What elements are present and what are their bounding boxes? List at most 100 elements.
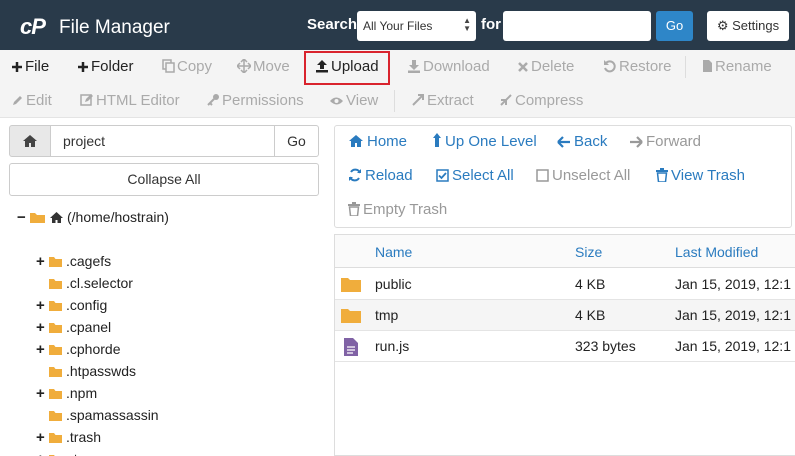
compress-label: Compress — [515, 92, 584, 109]
gear-icon: ⚙ — [716, 18, 729, 33]
tree-item[interactable]: + .npm — [36, 384, 97, 403]
path-go-button[interactable]: Go — [274, 125, 319, 157]
nav-reload-button[interactable]: Reload — [348, 167, 413, 184]
upload-label: Upload — [331, 58, 379, 75]
tree-item[interactable]: .htpasswds — [36, 362, 136, 380]
home-icon — [50, 212, 63, 223]
trash-icon — [348, 202, 360, 217]
move-arrows-icon — [236, 58, 252, 74]
collapse-all-button[interactable]: Collapse All — [9, 163, 319, 196]
top-header: cP File Manager Search All Your Files ▲ ▼… — [0, 0, 795, 50]
nav-forward-label: Forward — [646, 133, 702, 150]
nav-select-all-button[interactable]: Select All — [436, 167, 514, 184]
undo-icon — [604, 60, 616, 73]
expand-icon[interactable]: + — [36, 385, 48, 403]
table-row[interactable]: public 4 KB Jan 15, 2019, 12:1 — [335, 269, 795, 300]
delete-label: Delete — [531, 58, 575, 75]
tree-item[interactable]: + .trash — [36, 428, 101, 447]
nav-empty-trash-button[interactable]: Empty Trash — [348, 201, 447, 218]
move-label: Move — [253, 58, 290, 75]
expand-icon[interactable]: + — [36, 319, 48, 337]
tree-root[interactable]: − (/home/hostrain) — [17, 208, 169, 227]
view-button[interactable]: View — [329, 92, 378, 109]
nav-back-button[interactable]: Back — [557, 133, 607, 150]
tree-item[interactable]: .cl.selector — [36, 274, 133, 292]
settings-button[interactable]: ⚙ Settings — [707, 11, 789, 41]
search-go-button[interactable]: Go — [656, 11, 693, 41]
tree-item-label: .cpanel — [66, 319, 112, 335]
expand-icon[interactable]: + — [36, 429, 48, 447]
table-row[interactable]: run.js 323 bytes Jan 15, 2019, 12:1 — [335, 331, 795, 362]
table-row[interactable]: tmp 4 KB Jan 15, 2019, 12:1 — [335, 300, 795, 331]
nav-home-label: Home — [367, 133, 408, 150]
edit-document-icon — [80, 94, 93, 106]
nav-empty-trash-label: Empty Trash — [363, 201, 448, 218]
nav-home-button[interactable]: Home — [348, 133, 407, 150]
plus-icon — [78, 62, 88, 72]
search-scope-select[interactable]: All Your Files ▲ ▼ — [357, 11, 476, 41]
nav-forward-button[interactable]: Forward — [629, 133, 701, 150]
file-name-cell: public — [375, 276, 412, 292]
toolbar-divider — [685, 56, 686, 78]
tree-item[interactable]: + .cagefs — [36, 252, 111, 271]
extract-button[interactable]: Extract — [411, 92, 474, 109]
tree-item[interactable]: + .cphorde — [36, 340, 120, 359]
upload-button[interactable]: Upload — [315, 58, 379, 75]
tree-item-label: etc — [66, 451, 85, 456]
nav-up-label: Up One Level — [445, 133, 537, 150]
close-icon — [518, 62, 528, 72]
permissions-button[interactable]: Permissions — [206, 92, 304, 109]
nav-unselect-all-button[interactable]: Unselect All — [536, 167, 630, 184]
folder-icon — [341, 278, 361, 292]
file-modified-cell: Jan 15, 2019, 12:1 — [675, 276, 791, 292]
tree-item-label: .cagefs — [66, 253, 112, 269]
expand-icon[interactable]: + — [36, 297, 48, 315]
nav-view-trash-label: View Trash — [671, 167, 745, 184]
nav-view-trash-button[interactable]: View Trash — [656, 167, 745, 184]
rename-button[interactable]: Rename — [702, 58, 772, 75]
for-label: for — [481, 16, 501, 33]
nav-back-label: Back — [574, 133, 608, 150]
key-icon — [207, 94, 219, 106]
folder-icon — [341, 309, 361, 323]
column-modified-header[interactable]: Last Modified — [675, 244, 758, 260]
select-arrows-icon: ▲ ▼ — [463, 16, 471, 33]
refresh-icon — [349, 168, 361, 182]
new-folder-button[interactable]: Folder — [77, 58, 134, 75]
pencil-icon — [13, 96, 22, 105]
edit-button[interactable]: Edit — [11, 92, 52, 109]
compress-button[interactable]: Compress — [499, 92, 583, 109]
download-button[interactable]: Download — [407, 58, 490, 75]
column-size-header[interactable]: Size — [575, 244, 602, 260]
column-name-header[interactable]: Name — [375, 244, 412, 260]
tree-item[interactable]: + .config — [36, 296, 107, 315]
tree-root-label: (/home/hostrain) — [67, 209, 169, 225]
expand-icon[interactable]: + — [36, 253, 48, 271]
settings-label: Settings — [732, 18, 780, 33]
new-file-button[interactable]: File — [11, 58, 49, 75]
html-editor-button[interactable]: HTML Editor — [80, 92, 180, 109]
path-input[interactable]: project — [50, 125, 276, 157]
move-button[interactable]: Move — [236, 58, 290, 75]
delete-button[interactable]: Delete — [517, 58, 574, 75]
tree-item[interactable]: + .cpanel — [36, 318, 111, 337]
collapse-icon[interactable]: − — [17, 209, 29, 227]
nav-up-button[interactable]: Up One Level — [432, 133, 537, 150]
tree-home-button[interactable] — [9, 125, 51, 157]
tree-item-label: .spamassassin — [66, 407, 159, 423]
extract-label: Extract — [427, 92, 474, 109]
tree-item-label: .cl.selector — [66, 275, 133, 291]
restore-button[interactable]: Restore — [603, 58, 672, 75]
plus-icon — [12, 62, 22, 72]
copy-button[interactable]: Copy — [162, 58, 212, 75]
trash-icon — [656, 168, 668, 183]
restore-label: Restore — [619, 58, 672, 75]
download-icon — [408, 60, 420, 73]
expand-icon[interactable]: + — [36, 341, 48, 359]
file-icon — [703, 60, 712, 72]
tree-item[interactable]: .spamassassin — [36, 406, 159, 424]
expand-icon[interactable]: + — [36, 451, 48, 456]
tree-item[interactable]: + etc — [36, 450, 85, 456]
file-text-icon — [344, 338, 358, 356]
search-input[interactable] — [503, 11, 651, 41]
